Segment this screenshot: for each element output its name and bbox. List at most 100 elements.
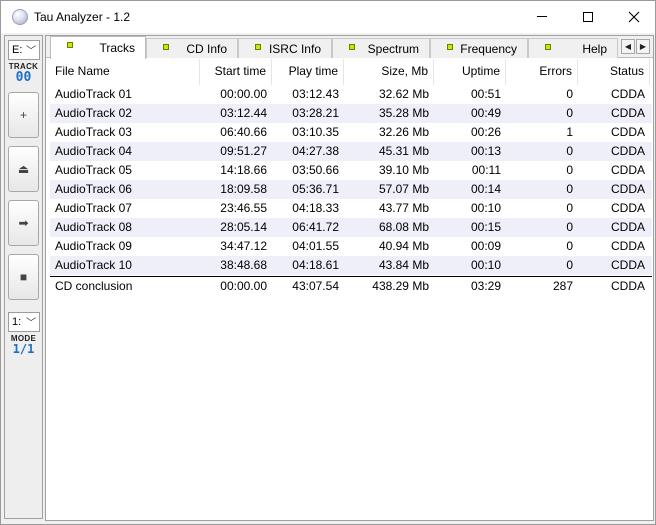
total-uptime-cell: 03:29 [470, 279, 501, 293]
size-cell: 45.31 Mb [378, 144, 429, 158]
led-indicator-icon [349, 44, 355, 50]
plus-icon: + [19, 108, 27, 122]
window-title: Tau Analyzer - 1.2 [34, 10, 131, 24]
total-status-cell: CDDA [610, 279, 645, 293]
total-play-time-cell: 43:07.54 [292, 279, 339, 293]
errors-cell: 0 [566, 220, 573, 234]
uptime-cell: 00:14 [470, 182, 501, 196]
track-counter: 00 [15, 70, 32, 85]
table-row[interactable]: AudioTrack 01 00:00.00 03:12.43 32.62 Mb 00:… [50, 85, 652, 104]
total-errors-cell: 287 [552, 279, 573, 293]
add-button[interactable]: + [8, 92, 39, 138]
tab-isrc-info[interactable]: ISRC Info [238, 38, 332, 58]
table-row[interactable]: AudioTrack 07 23:46.55 04:18.33 43.77 Mb 00:… [50, 199, 652, 218]
uptime-cell: 00:49 [470, 106, 501, 120]
stop-icon: ■ [19, 270, 28, 284]
file-name-cell: AudioTrack 10 [55, 258, 132, 272]
tab-help[interactable]: Help [528, 38, 618, 58]
start-time-cell: 38:48.68 [220, 258, 267, 272]
column-header-status[interactable]: Status [578, 59, 650, 85]
stop-button[interactable]: ■ [8, 254, 39, 300]
table-row[interactable]: AudioTrack 06 18:09.58 05:36.71 57.07 Mb 00:… [50, 180, 652, 199]
control-sidebar: E: ﹀ TRACK 00 + ⏏ ➡ ■ 1: ﹀ MODE 1/1 [4, 35, 43, 519]
chevron-down-icon: ﹀ [26, 318, 36, 329]
start-time-cell: 34:47.12 [220, 239, 267, 253]
column-header-file-name[interactable]: File Name [50, 59, 200, 85]
maximize-icon [583, 11, 593, 22]
status-cell: CDDA [610, 87, 645, 101]
table-row[interactable]: AudioTrack 08 28:05.14 06:41.72 68.08 Mb 00:… [50, 218, 652, 237]
play-time-cell: 03:12.43 [292, 87, 339, 101]
errors-cell: 0 [566, 87, 573, 101]
size-cell: 43.77 Mb [378, 201, 429, 215]
table-row[interactable]: AudioTrack 04 09:51.27 04:27.38 45.31 Mb 00:… [50, 142, 652, 161]
total-start-time-cell: 00:00.00 [220, 279, 267, 293]
tab-scroll-left-button[interactable]: ◀ [621, 39, 635, 54]
file-name-cell: AudioTrack 09 [55, 239, 132, 253]
tab-frequency[interactable]: Frequency [430, 38, 528, 58]
size-cell: 68.08 Mb [378, 220, 429, 234]
file-name-cell: AudioTrack 07 [55, 201, 132, 215]
close-button[interactable] [611, 1, 656, 32]
errors-cell: 0 [566, 144, 573, 158]
next-button[interactable]: ➡ [8, 200, 39, 246]
led-indicator-icon [545, 44, 551, 50]
eject-icon: ⏏ [17, 162, 30, 176]
maximize-button[interactable] [565, 1, 611, 32]
play-time-cell: 06:41.72 [292, 220, 339, 234]
tab-cd-info[interactable]: CD Info [146, 38, 238, 58]
column-header-play-time[interactable]: Play time [272, 59, 344, 85]
errors-cell: 0 [566, 163, 573, 177]
tab-label: Frequency [460, 42, 517, 56]
status-cell: CDDA [610, 220, 645, 234]
table-header: File Name Start time Play time Size, Mb … [50, 59, 652, 85]
chevron-down-icon: ﹀ [26, 46, 36, 57]
file-name-cell: AudioTrack 02 [55, 106, 132, 120]
tab-tracks[interactable]: Tracks [50, 36, 146, 59]
size-cell: 32.62 Mb [378, 87, 429, 101]
file-name-cell: AudioTrack 06 [55, 182, 132, 196]
errors-cell: 0 [566, 182, 573, 196]
table-row[interactable]: AudioTrack 02 03:12.44 03:28.21 35.28 Mb 00:… [50, 104, 652, 123]
table-row[interactable]: AudioTrack 03 06:40.66 03:10.35 32.26 Mb 00:… [50, 123, 652, 142]
table-row[interactable]: AudioTrack 09 34:47.12 04:01.55 40.94 Mb 00:… [50, 237, 652, 256]
table-row[interactable]: AudioTrack 05 14:18.66 03:50.66 39.10 Mb 00:… [50, 161, 652, 180]
play-time-cell: 04:01.55 [292, 239, 339, 253]
led-indicator-icon [163, 44, 169, 50]
app-disc-icon [12, 9, 28, 25]
uptime-cell: 00:10 [470, 258, 501, 272]
play-time-cell: 04:18.61 [292, 258, 339, 272]
table-row[interactable]: AudioTrack 10 38:48.68 04:18.61 43.84 Mb 00:… [50, 256, 652, 275]
tab-scroll-right-button[interactable]: ▶ [636, 39, 650, 54]
tab-label: ISRC Info [268, 42, 321, 56]
drive-select-value: E: [12, 44, 23, 56]
column-header-uptime[interactable]: Uptime [434, 59, 506, 85]
start-time-cell: 09:51.27 [220, 144, 267, 158]
tab-strip: Tracks CD Info ISRC Info Spectrum Freque… [46, 36, 653, 59]
minimize-button[interactable] [519, 1, 565, 32]
mode-select-value: 1: [12, 316, 22, 328]
column-header-errors[interactable]: Errors [506, 59, 578, 85]
play-time-cell: 04:27.38 [292, 144, 339, 158]
drive-select[interactable]: E: ﹀ [8, 40, 40, 60]
size-cell: 35.28 Mb [378, 106, 429, 120]
arrow-right-icon: ▶ [639, 42, 647, 51]
status-cell: CDDA [610, 163, 645, 177]
mode-select[interactable]: 1: ﹀ [8, 312, 40, 332]
minimize-icon [537, 16, 547, 17]
start-time-cell: 23:46.55 [220, 201, 267, 215]
main-panel: Tracks CD Info ISRC Info Spectrum Freque… [45, 35, 654, 521]
eject-button[interactable]: ⏏ [8, 146, 39, 192]
start-time-cell: 14:18.66 [220, 163, 267, 177]
start-time-cell: 00:00.00 [220, 87, 267, 101]
total-size-cell: 438.29 Mb [372, 279, 429, 293]
table-total-row[interactable]: CD conclusion 00:00.00 43:07.54 438.29 Mb 03… [50, 276, 652, 295]
file-name-cell: AudioTrack 05 [55, 163, 132, 177]
column-header-start-time[interactable]: Start time [200, 59, 272, 85]
title-bar: Tau Analyzer - 1.2 [1, 1, 655, 33]
status-cell: CDDA [610, 182, 645, 196]
errors-cell: 0 [566, 258, 573, 272]
start-time-cell: 06:40.66 [220, 125, 267, 139]
tab-spectrum[interactable]: Spectrum [332, 38, 430, 58]
column-header-size[interactable]: Size, Mb [344, 59, 434, 85]
